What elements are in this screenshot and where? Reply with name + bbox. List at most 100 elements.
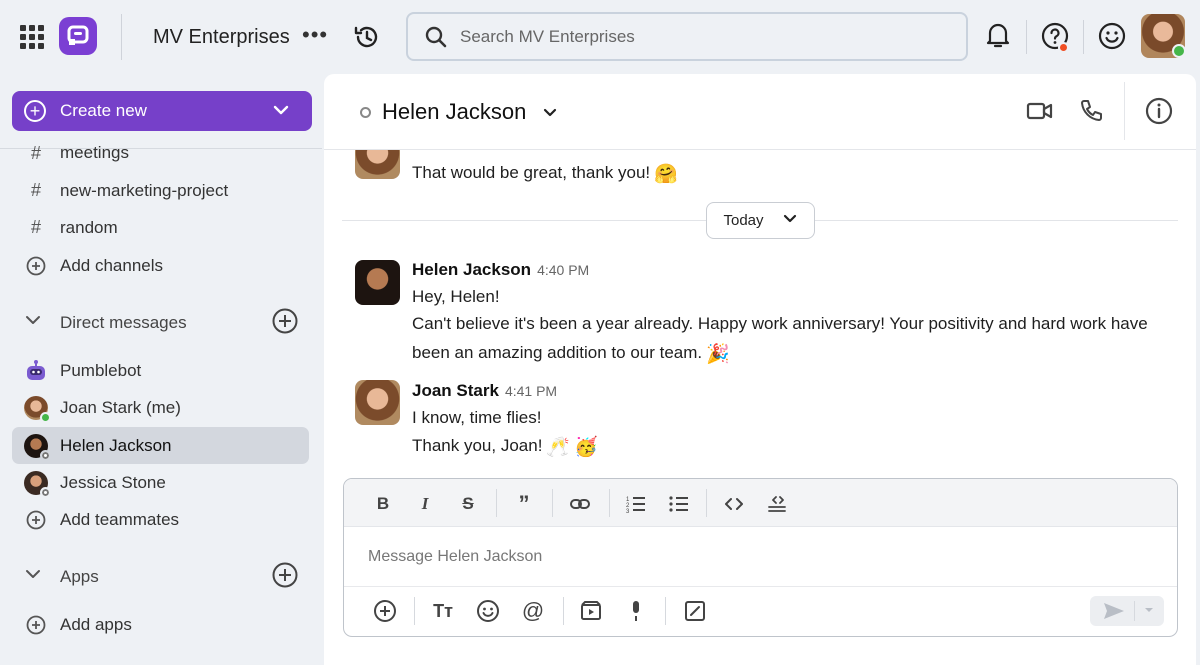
code-icon[interactable] bbox=[721, 491, 747, 517]
sidebar-item-joan-stark[interactable]: Joan Stark (me) bbox=[12, 389, 309, 426]
message-time: 4:41 PM bbox=[504, 383, 558, 399]
link-icon[interactable] bbox=[567, 491, 593, 517]
message-time: 4:40 PM bbox=[537, 262, 590, 278]
message-input[interactable] bbox=[368, 539, 1148, 575]
bell-icon[interactable] bbox=[985, 20, 1011, 55]
create-new-label: Create new bbox=[60, 101, 147, 120]
avatar[interactable] bbox=[355, 380, 400, 425]
chevron-down-icon bbox=[782, 211, 798, 231]
chevron-down-icon bbox=[272, 101, 290, 124]
divider bbox=[1134, 601, 1135, 621]
divider bbox=[563, 597, 564, 625]
plus-circle-icon bbox=[12, 615, 60, 635]
search-input[interactable] bbox=[460, 25, 940, 49]
emoji-icon[interactable] bbox=[475, 598, 501, 624]
divider bbox=[609, 489, 610, 517]
plus-circle-icon: + bbox=[24, 100, 46, 122]
send-button[interactable] bbox=[1090, 596, 1164, 626]
bold-icon[interactable]: B bbox=[370, 491, 396, 517]
avatar[interactable] bbox=[355, 260, 400, 305]
strikethrough-icon[interactable]: S bbox=[455, 491, 481, 517]
section-label: Direct messages bbox=[60, 312, 187, 332]
chevron-down-icon[interactable] bbox=[1142, 603, 1156, 622]
divider bbox=[1124, 82, 1125, 140]
add-app-button[interactable] bbox=[272, 562, 298, 593]
message-composer: B I S ” 123 Message Helen Jackson Tт @ bbox=[343, 478, 1178, 637]
sidebar-item-new-marketing-project[interactable]: # new-marketing-project bbox=[12, 172, 309, 209]
dm-label: Jessica Stone bbox=[60, 472, 166, 492]
add-apps-button[interactable]: Add apps bbox=[12, 606, 309, 643]
online-status-dot bbox=[1172, 44, 1186, 58]
message-text: That would be great, thank you! 🤗 bbox=[412, 163, 678, 185]
quote-icon[interactable]: ” bbox=[511, 491, 537, 517]
workspace-name[interactable]: MV Enterprises bbox=[153, 26, 290, 49]
offline-status-dot bbox=[40, 449, 51, 461]
plus-circle-icon bbox=[12, 256, 60, 276]
plus-circle-icon bbox=[12, 510, 60, 530]
avatar[interactable] bbox=[355, 150, 400, 179]
apps-grid-icon[interactable] bbox=[20, 25, 44, 49]
text-format-icon[interactable]: Tт bbox=[430, 598, 456, 624]
clinking-glasses-emoji-icon: 🥂 bbox=[546, 437, 571, 458]
video-call-icon[interactable] bbox=[1026, 98, 1054, 129]
app-logo-icon[interactable] bbox=[59, 17, 97, 55]
top-bar: MV Enterprises ••• bbox=[0, 0, 1200, 74]
channel-label: new-marketing-project bbox=[60, 180, 229, 200]
bulleted-list-icon[interactable] bbox=[666, 491, 692, 517]
numbered-list-icon[interactable]: 123 bbox=[623, 491, 649, 517]
italic-icon[interactable]: I bbox=[412, 491, 438, 517]
presence-indicator bbox=[360, 107, 371, 118]
conversation-panel: Helen Jackson That would be great, thank… bbox=[324, 74, 1196, 665]
mention-icon[interactable]: @ bbox=[520, 598, 546, 624]
info-icon[interactable] bbox=[1145, 97, 1173, 130]
sidebar-item-jessica-stone[interactable]: Jessica Stone bbox=[12, 464, 309, 501]
message-text: Thank you, Joan! 🥂 🥳 bbox=[412, 436, 598, 458]
apps-section[interactable]: Apps bbox=[24, 565, 99, 588]
chevron-down-icon[interactable] bbox=[542, 105, 558, 126]
code-block-icon[interactable] bbox=[764, 491, 790, 517]
hash-icon: # bbox=[30, 217, 41, 237]
sidebar-item-pumblebot[interactable]: Pumblebot bbox=[12, 352, 309, 389]
history-icon[interactable] bbox=[352, 22, 382, 57]
sidebar-item-random[interactable]: # random bbox=[12, 209, 309, 246]
message-author[interactable]: Joan Stark 4:41 PM bbox=[412, 381, 557, 401]
avatar bbox=[24, 470, 51, 498]
add-teammates-label: Add teammates bbox=[60, 509, 180, 529]
conversation-title[interactable]: Helen Jackson bbox=[382, 99, 526, 125]
dm-label: Pumblebot bbox=[60, 360, 142, 380]
divider bbox=[414, 597, 415, 625]
chevron-down-icon bbox=[24, 311, 48, 334]
add-teammates-button[interactable]: Add teammates bbox=[12, 501, 309, 538]
phone-call-icon[interactable] bbox=[1078, 98, 1104, 129]
add-dm-button[interactable] bbox=[272, 308, 298, 339]
notification-dot bbox=[1058, 42, 1069, 53]
divider bbox=[344, 586, 1177, 587]
microphone-icon[interactable] bbox=[623, 598, 649, 624]
search-bar[interactable] bbox=[406, 12, 968, 61]
gif-video-icon[interactable] bbox=[578, 598, 604, 624]
party-popper-emoji-icon: 🎉 bbox=[706, 344, 730, 365]
hugging-emoji-icon: 🤗 bbox=[654, 164, 678, 185]
offline-status-dot bbox=[40, 486, 51, 498]
sidebar-item-meetings[interactable]: # meetings bbox=[12, 138, 309, 168]
slash-command-icon[interactable] bbox=[682, 598, 708, 624]
divider bbox=[496, 489, 497, 517]
hash-icon: # bbox=[30, 180, 41, 200]
divider bbox=[706, 489, 707, 517]
message-text: been an amazing addition to our team. 🎉 bbox=[412, 343, 730, 365]
message-text: Can't believe it's been a year already. … bbox=[412, 314, 1148, 333]
attach-plus-icon[interactable] bbox=[372, 598, 398, 624]
divider bbox=[121, 14, 122, 60]
online-status-dot bbox=[40, 411, 51, 423]
sidebar-item-helen-jackson[interactable]: Helen Jackson bbox=[12, 427, 309, 464]
emoji-icon[interactable] bbox=[1098, 22, 1126, 55]
chevron-down-icon bbox=[24, 565, 48, 588]
day-divider-button[interactable]: Today bbox=[706, 202, 815, 239]
more-icon[interactable]: ••• bbox=[302, 22, 328, 48]
message-author[interactable]: Helen Jackson 4:40 PM bbox=[412, 260, 589, 280]
formatting-toolbar: B I S ” 123 bbox=[344, 479, 1177, 527]
direct-messages-section[interactable]: Direct messages bbox=[24, 311, 187, 334]
add-channels-button[interactable]: Add channels bbox=[12, 247, 309, 284]
create-new-button[interactable]: + Create new bbox=[12, 91, 312, 131]
message-text: I know, time flies! bbox=[412, 408, 542, 427]
